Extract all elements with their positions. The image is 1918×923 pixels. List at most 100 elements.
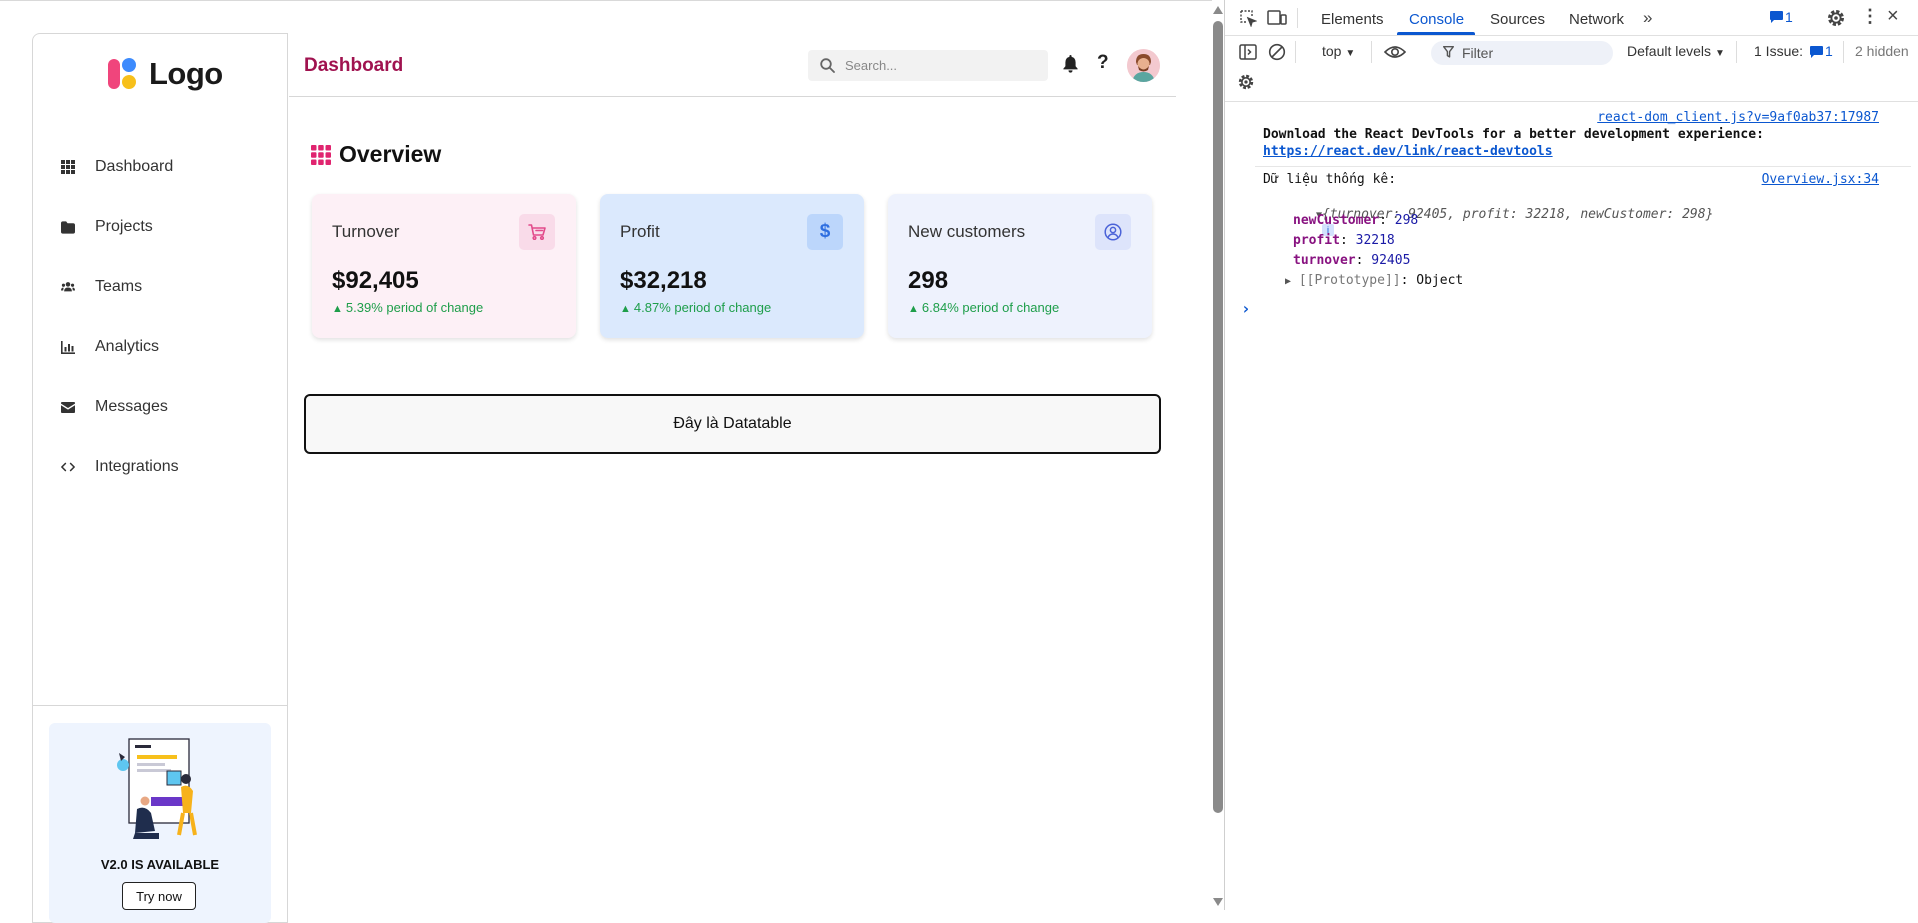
react-devtools-link[interactable]: https://react.dev/link/react-devtools (1263, 144, 1553, 159)
envelope-icon (61, 400, 75, 414)
device-toolbar-icon[interactable] (1267, 9, 1287, 27)
console-message-text: Download the React DevTools for a better… (1263, 127, 1764, 142)
sidebar-item-teams[interactable]: Teams (33, 257, 287, 317)
messages-icon[interactable] (1770, 11, 1783, 23)
card-change: ▲ 5.39% period of change (332, 300, 483, 315)
grid-icon (311, 144, 331, 165)
folder-icon (61, 220, 75, 234)
scroll-up-arrow-icon[interactable] (1213, 6, 1223, 14)
trend-up-icon: ▲ (332, 303, 343, 315)
code-icon (61, 460, 75, 474)
devtools-panel: Elements Console Sources Network » 1 ⋮ ×… (1224, 0, 1918, 910)
trend-up-icon: ▲ (908, 303, 919, 315)
object-property-row: turnover: 92405 (1293, 253, 1411, 268)
search-input[interactable] (845, 58, 1035, 73)
top-border (0, 0, 1212, 1)
dropdown-arrow-icon: ▼ (1714, 48, 1725, 59)
preview-key: newCustomer (1580, 207, 1667, 222)
prototype-row[interactable]: ▶ [[Prototype]]: Object (1285, 273, 1463, 288)
stat-card-profit: Profit $ $32,218 ▲ 4.87% period of change (600, 194, 864, 338)
overview-heading: Overview (311, 141, 441, 168)
preview-value: 298 (1682, 207, 1706, 222)
search-box[interactable] (808, 50, 1048, 81)
property-key: turnover (1293, 253, 1356, 268)
card-change: ▲ 6.84% period of change (908, 300, 1059, 315)
sidebar-item-label: Projects (95, 218, 153, 235)
sidebar-item-label: Integrations (95, 458, 179, 475)
card-value: 298 (908, 267, 949, 294)
collapse-triangle-icon[interactable]: ▶ (1285, 276, 1291, 287)
issues-count[interactable]: 1 (1825, 43, 1833, 59)
object-property-row: profit: 32218 (1293, 233, 1395, 248)
grid-icon (61, 160, 75, 174)
inspect-element-icon[interactable] (1239, 9, 1257, 27)
tab-sources[interactable]: Sources (1490, 11, 1545, 28)
sidebar-item-integrations[interactable]: Integrations (33, 437, 287, 497)
scrollbar-thumb[interactable] (1213, 21, 1223, 813)
bar-chart-icon (61, 340, 75, 354)
live-expression-eye-icon[interactable] (1384, 44, 1406, 60)
avatar[interactable] (1127, 49, 1160, 82)
overview-title: Overview (339, 141, 442, 167)
more-options-icon[interactable]: ⋮ (1861, 6, 1879, 27)
search-icon (820, 58, 835, 73)
source-link-react-dom[interactable]: react-dom_client.js?v=9af0ab37:17987 (1597, 110, 1879, 125)
stat-card-turnover: Turnover $92,405 ▲ 5.39% period of change (312, 194, 576, 338)
console-separator (1255, 166, 1911, 167)
property-key: newCustomer (1293, 213, 1380, 228)
close-icon[interactable]: × (1887, 5, 1899, 28)
property-value: 92405 (1371, 253, 1411, 268)
more-tabs-icon[interactable]: » (1643, 8, 1652, 28)
settings-gear-icon[interactable] (1826, 8, 1846, 28)
user-circle-icon (1095, 214, 1131, 250)
sidebar-item-label: Teams (95, 278, 143, 295)
log-levels-label: Default levels (1627, 43, 1712, 59)
sidebar-item-label: Dashboard (95, 158, 174, 175)
users-icon (61, 280, 75, 294)
sidebar-item-projects[interactable]: Projects (33, 197, 287, 257)
issues-label[interactable]: 1 Issue: (1754, 43, 1803, 59)
help-icon[interactable]: ? (1097, 52, 1109, 74)
filter-input[interactable]: Filter (1431, 41, 1613, 65)
active-tab-indicator (1397, 32, 1475, 35)
cart-icon (519, 214, 555, 250)
console-settings-gear-icon[interactable] (1237, 73, 1255, 91)
hidden-count: 2 hidden (1855, 43, 1909, 59)
console-toolbar: top ▼ Filter Default levels ▼ 1 Issue: 1… (1225, 36, 1918, 102)
sidebar: Logo Dashboard Projects Teams Analytics … (32, 33, 288, 923)
try-now-button[interactable]: Try now (122, 882, 196, 910)
sidebar-item-analytics[interactable]: Analytics (33, 317, 287, 377)
tab-elements[interactable]: Elements (1321, 11, 1384, 28)
stat-card-new-customers: New customers 298 ▲ 6.84% period of chang… (888, 194, 1152, 338)
sidebar-toggle-icon[interactable] (1239, 43, 1257, 61)
top-header: Dashboard ? (289, 33, 1176, 97)
tab-console[interactable]: Console (1409, 11, 1464, 28)
issue-message-icon[interactable] (1810, 46, 1823, 58)
logo-text: Logo (149, 56, 223, 91)
card-value: $92,405 (332, 267, 419, 294)
scroll-down-arrow-icon[interactable] (1213, 898, 1223, 906)
property-value: 32218 (1355, 233, 1395, 248)
clear-console-icon[interactable] (1268, 43, 1286, 61)
sidebar-item-dashboard[interactable]: Dashboard (33, 137, 287, 197)
context-selector[interactable]: top ▼ (1322, 43, 1355, 59)
prototype-label: [[Prototype]] (1298, 273, 1401, 288)
prototype-value: Object (1416, 273, 1464, 288)
bell-icon[interactable] (1063, 55, 1078, 73)
dollar-icon: $ (807, 214, 843, 250)
promo-illustration (117, 738, 197, 839)
context-label: top (1322, 43, 1342, 59)
source-link-overview[interactable]: Overview.jsx:34 (1762, 172, 1879, 187)
console-prompt-icon[interactable]: › (1241, 299, 1251, 318)
sidebar-item-label: Messages (95, 398, 168, 415)
logo[interactable]: Logo (105, 54, 223, 94)
card-value: $32,218 (620, 267, 707, 294)
trend-up-icon: ▲ (620, 303, 631, 315)
log-levels-dropdown[interactable]: Default levels ▼ (1627, 43, 1725, 59)
object-property-row: newCustomer: 298 (1293, 213, 1419, 228)
datatable-placeholder: Đây là Datatable (304, 394, 1161, 454)
tab-network[interactable]: Network (1569, 11, 1624, 28)
card-change-text: 4.87% period of change (633, 300, 772, 315)
sidebar-item-messages[interactable]: Messages (33, 377, 287, 437)
messages-count[interactable]: 1 (1785, 9, 1793, 25)
